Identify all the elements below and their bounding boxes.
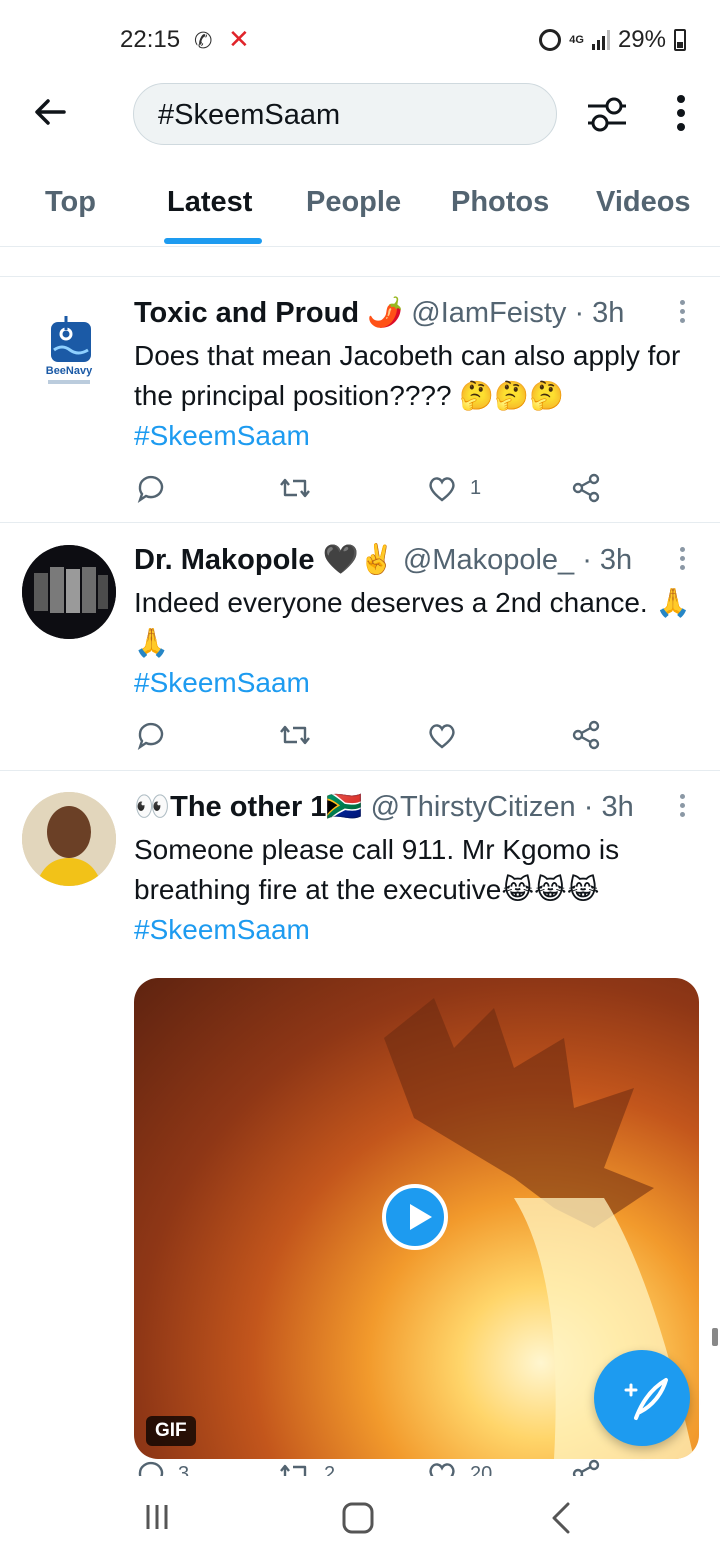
hashtag-link[interactable]: #SkeemSaam: [134, 910, 704, 950]
name-emoji: 🇿🇦: [326, 791, 363, 823]
avatar[interactable]: [22, 792, 116, 886]
name-prefix-emoji: 👀: [134, 791, 171, 823]
timeline-divider: [0, 276, 720, 277]
more-options-icon[interactable]: [667, 92, 695, 136]
name-emoji: 🖤✌️: [322, 544, 395, 576]
retweet-button[interactable]: [278, 719, 324, 751]
display-name[interactable]: 👀The other 1: [134, 791, 326, 823]
compose-feather-icon: [624, 1378, 668, 1420]
tweet-menu-icon[interactable]: [680, 547, 688, 571]
alarm-icon: [539, 29, 562, 51]
avatar[interactable]: BeeNavy: [22, 300, 116, 394]
system-navigation-bar: [0, 1476, 720, 1560]
status-bar: 22:15 ✆ ✕ 4G 29%: [0, 0, 720, 80]
avatar-photo: [22, 545, 116, 639]
share-icon: [572, 720, 600, 750]
share-button[interactable]: [570, 472, 602, 504]
tweet-header: 👀The other 1🇿🇦 @ThirstyCitizen · 3h: [134, 790, 634, 824]
tab-latest[interactable]: Latest: [167, 186, 252, 219]
play-button[interactable]: [382, 1184, 448, 1250]
handle-time: @IamFeisty · 3h: [411, 297, 625, 329]
tweet[interactable]: Dr. Makopole 🖤✌️ @Makopole_ · 3h Indeed …: [0, 543, 720, 769]
tweet-text: Indeed everyone deserves a 2nd chance. 🙏…: [134, 583, 704, 703]
reply-button[interactable]: [134, 719, 178, 751]
network-type: 4G: [569, 33, 584, 46]
share-button[interactable]: [570, 719, 602, 751]
heart-icon: [429, 724, 455, 749]
retweet-button[interactable]: [278, 472, 324, 504]
compose-tweet-button[interactable]: [594, 1350, 690, 1446]
reply-button[interactable]: [134, 472, 178, 504]
tab-top[interactable]: Top: [45, 186, 96, 219]
home-icon[interactable]: [340, 1500, 376, 1536]
reply-icon: [137, 475, 164, 503]
back-arrow-icon[interactable]: [30, 92, 70, 132]
tweet-text: Does that mean Jacobeth can also apply f…: [134, 336, 704, 456]
avatar-photo: [22, 792, 116, 886]
retweet-icon: [280, 725, 310, 745]
handle-time: @ThirstyCitizen · 3h: [370, 791, 634, 823]
tweet-divider: [0, 770, 720, 771]
tweet-body-text: Does that mean Jacobeth can also apply f…: [134, 340, 681, 411]
battery-icon: [674, 29, 686, 51]
signal-icon: [591, 30, 610, 50]
tweet-header: Dr. Makopole 🖤✌️ @Makopole_ · 3h: [134, 543, 632, 577]
gif-badge: GIF: [146, 1416, 196, 1446]
search-box[interactable]: [133, 83, 557, 145]
share-icon: [572, 473, 600, 503]
search-tabs: Top Latest People Photos Videos: [0, 178, 720, 247]
scrollbar[interactable]: [712, 1328, 718, 1346]
display-name[interactable]: Toxic and Proud: [134, 297, 359, 329]
display-name-text: The other 1: [170, 791, 327, 823]
tab-videos[interactable]: Videos: [596, 186, 691, 219]
battery-percent: 29%: [617, 26, 666, 53]
recent-apps-icon[interactable]: [142, 1502, 172, 1532]
search-header: [0, 80, 720, 150]
hashtag-link[interactable]: #SkeemSaam: [134, 663, 704, 703]
name-emoji: 🌶️: [367, 297, 404, 329]
tweet-header: Toxic and Proud 🌶️ @IamFeisty · 3h: [134, 296, 624, 330]
search-filter-icon[interactable]: [584, 92, 630, 136]
avatar[interactable]: [22, 545, 116, 639]
display-name[interactable]: Dr. Makopole: [134, 544, 315, 576]
status-right: 4G 29%: [539, 26, 686, 54]
beenavy-logo-icon: BeeNavy: [46, 316, 93, 384]
like-count: 1: [470, 476, 482, 499]
tweet-menu-icon[interactable]: [680, 794, 688, 818]
handle-time: @Makopole_ · 3h: [402, 544, 633, 576]
tab-people[interactable]: People: [306, 186, 401, 219]
reply-icon: [137, 722, 164, 750]
tweet-actions: 1: [134, 472, 614, 512]
tweet-body-text: Indeed everyone deserves a 2nd chance. 🙏…: [134, 587, 691, 658]
avatar-logo-text: BeeNavy: [46, 365, 93, 377]
tweet-body-text: Someone please call 911. Mr Kgomo is bre…: [134, 834, 620, 905]
tweet-text: Someone please call 911. Mr Kgomo is bre…: [134, 830, 704, 950]
like-button[interactable]: [426, 719, 470, 751]
tweet-actions: [134, 719, 614, 759]
active-tab-indicator: [164, 238, 262, 244]
heart-icon: [429, 477, 455, 502]
hashtag-link[interactable]: #SkeemSaam: [134, 416, 704, 456]
tweet-divider: [0, 522, 720, 523]
tweet-menu-icon[interactable]: [680, 300, 688, 324]
like-button[interactable]: 1: [426, 472, 481, 504]
tweet[interactable]: BeeNavy Toxic and Proud 🌶️ @IamFeisty · …: [0, 296, 720, 522]
wifi-call-icon: ✆: [194, 28, 213, 53]
back-nav-icon[interactable]: [546, 1500, 576, 1536]
missed-call-icon: ✕: [228, 24, 250, 54]
status-time: 22:15: [120, 26, 181, 53]
tab-photos[interactable]: Photos: [451, 186, 549, 219]
search-input[interactable]: [156, 98, 540, 133]
retweet-icon: [280, 478, 310, 498]
